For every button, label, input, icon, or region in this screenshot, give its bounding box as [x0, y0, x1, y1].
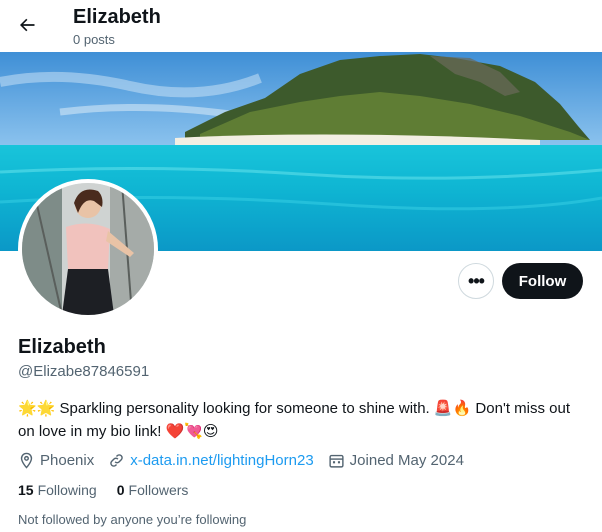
calendar-icon [329, 454, 344, 468]
heart-emoji-icon: ❤️💘😍 [165, 422, 219, 440]
post-count: 0 posts [73, 32, 115, 47]
location-pin-icon [20, 452, 33, 469]
website-link[interactable]: x-data.in.net/lightingHorn23 [130, 452, 313, 469]
location-item: Phoenix [18, 452, 94, 469]
followers-link[interactable]: 0 Followers [117, 482, 189, 498]
followers-count: 0 [116, 482, 125, 498]
website-item: x-data.in.net/lightingHorn23 [108, 452, 314, 469]
page-title: Elizabeth [73, 6, 161, 28]
joined-item: Joined May 2024 [328, 452, 464, 469]
avatar[interactable] [18, 179, 158, 319]
following-count: 15 [18, 482, 34, 498]
star-emoji-icon: 🌟🌟 [18, 399, 56, 417]
followers-label: Followers [128, 482, 189, 498]
back-button[interactable] [10, 8, 44, 42]
joined-text: Joined May 2024 [349, 451, 464, 469]
link-icon [110, 453, 123, 467]
display-name: Elizabeth [18, 336, 106, 358]
following-link[interactable]: 15 Following [18, 482, 97, 498]
user-handle: @Elizabe87846591 [18, 363, 150, 380]
ellipsis-icon: ••• [468, 270, 485, 291]
not-followed-notice: Not followed by anyone you’re following [18, 512, 247, 527]
following-label: Following [37, 482, 97, 498]
profile-bio: 🌟🌟 Sparkling personality looking for som… [18, 397, 578, 443]
bio-text-1: Sparkling personality looking for someon… [55, 400, 434, 417]
siren-fire-emoji-icon: 🚨🔥 [433, 399, 472, 417]
follow-counts: 15 Following 0 Followers [18, 482, 208, 498]
location-text: Phoenix [40, 451, 95, 469]
arrow-left-icon [20, 18, 35, 32]
more-options-button[interactable]: ••• [458, 263, 494, 299]
follow-button[interactable]: Follow [502, 263, 583, 299]
profile-meta: Phoenix x-data.in.net/lightingHorn23 Joi… [18, 450, 478, 470]
top-bar: Elizabeth 0 posts [0, 0, 602, 52]
